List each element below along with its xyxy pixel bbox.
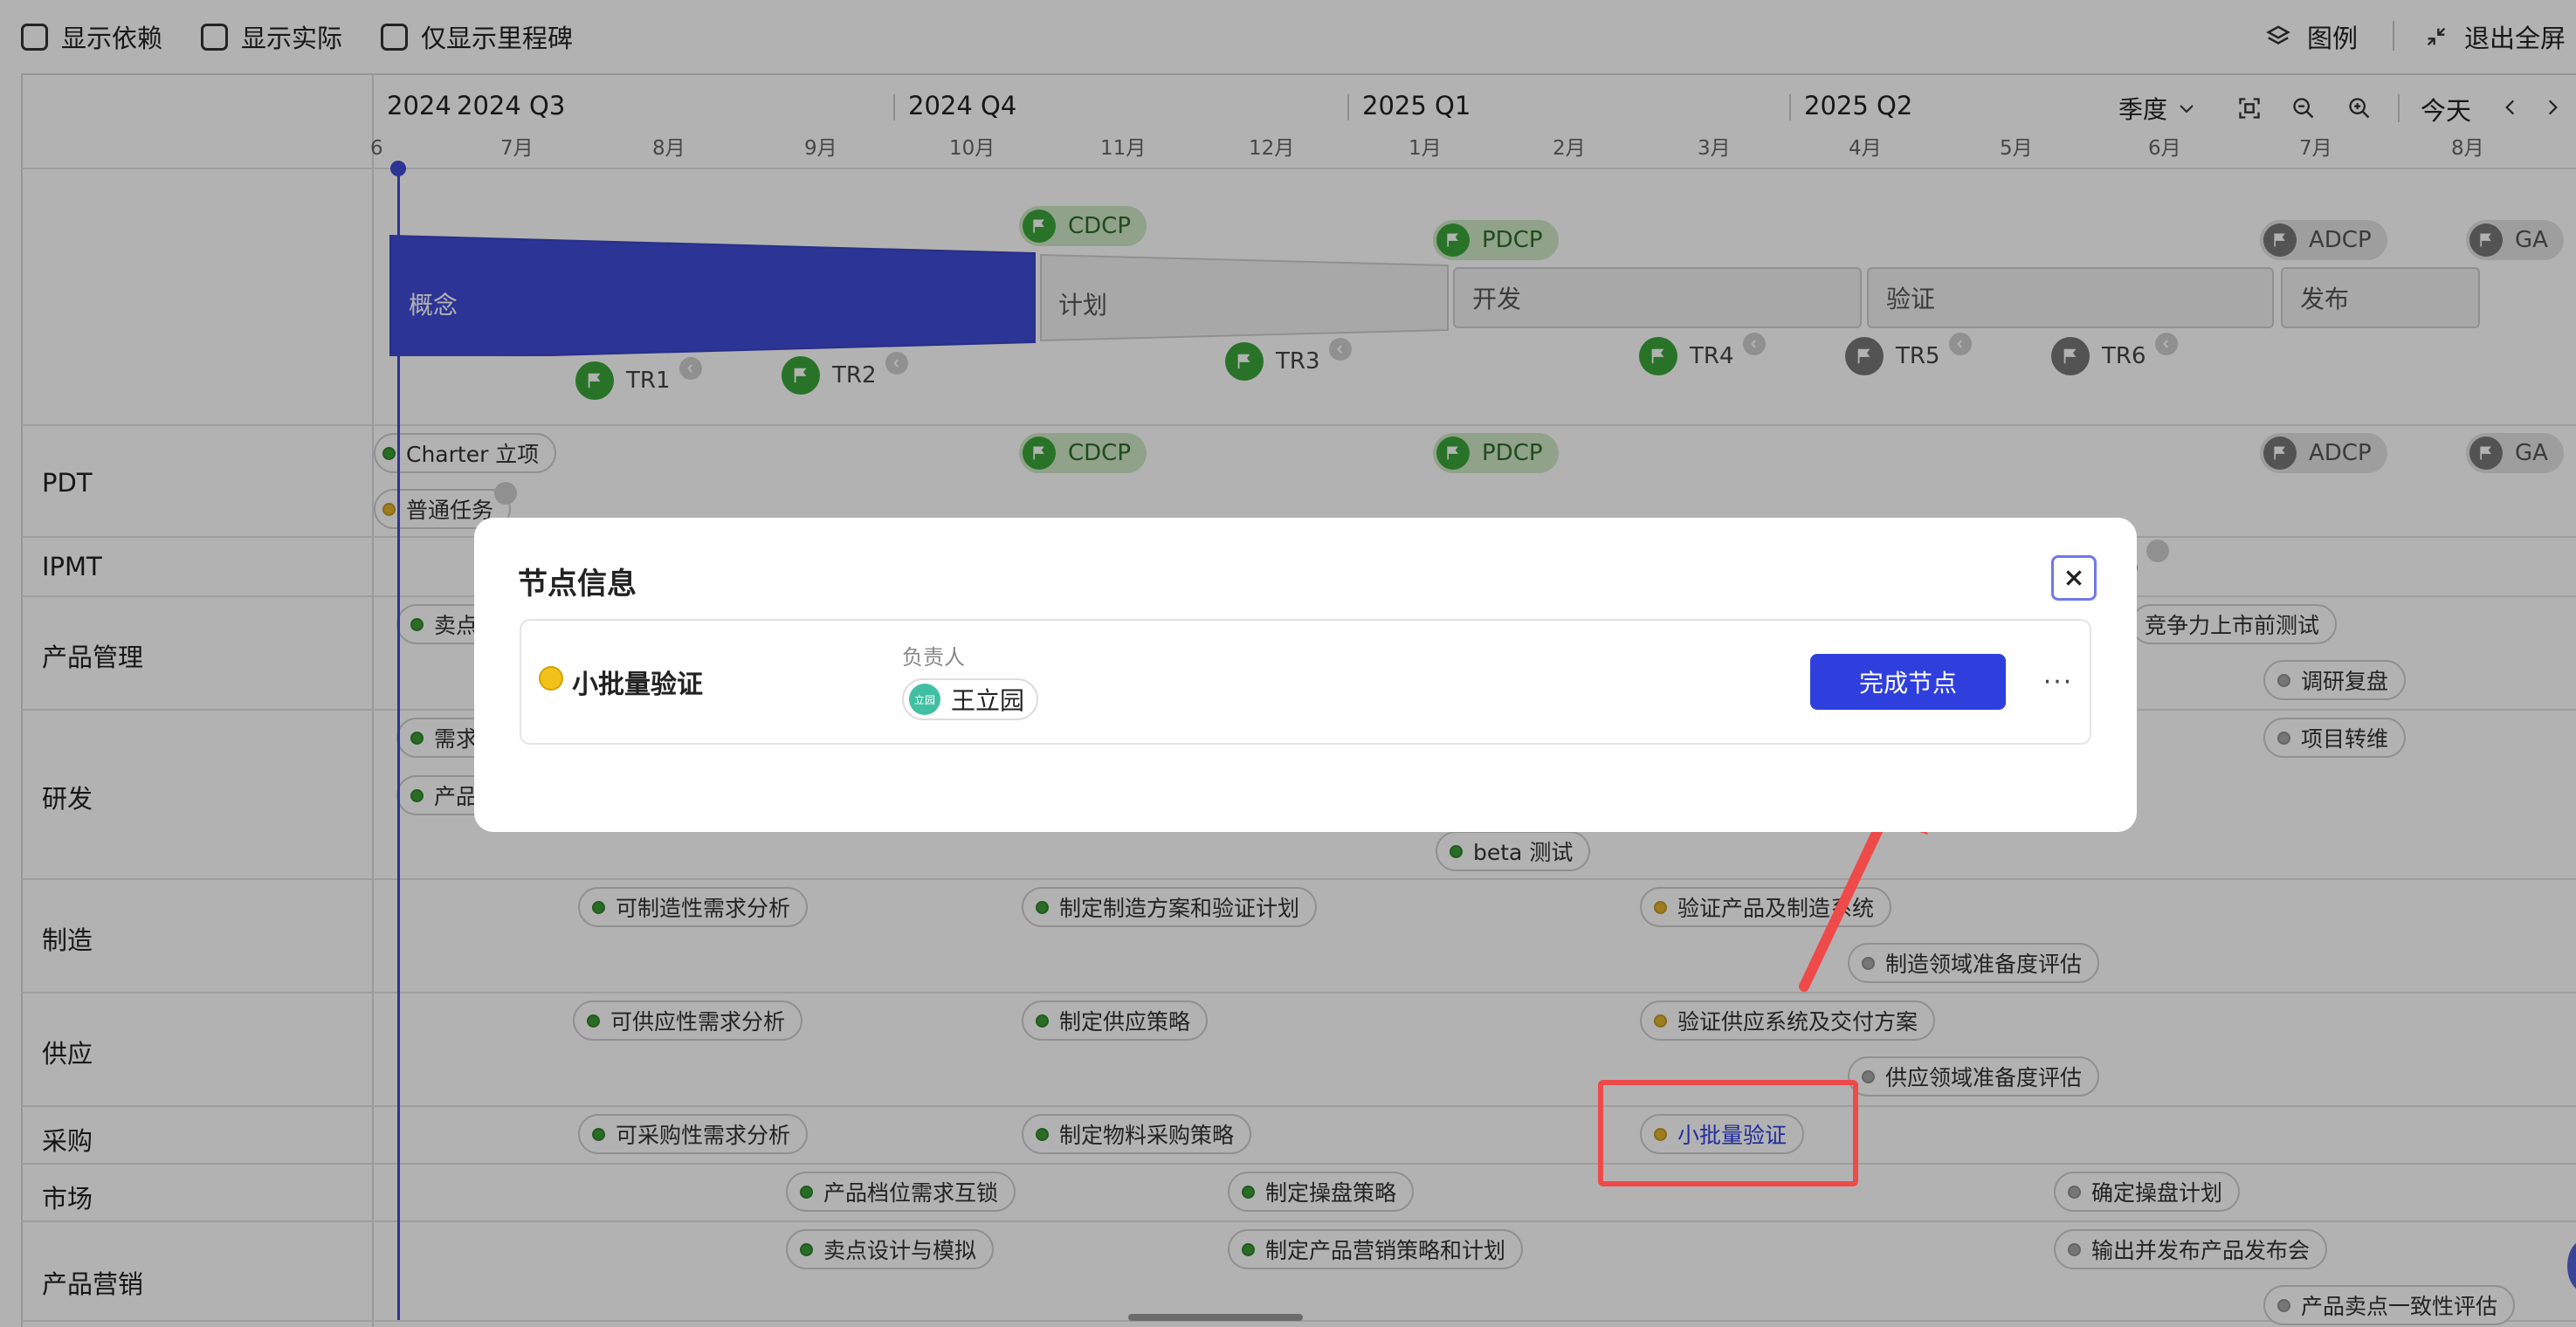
- node-name: 小批量验证: [572, 670, 703, 700]
- close-icon: [2066, 570, 2082, 586]
- dialog-title: 节点信息: [518, 567, 637, 602]
- more-options-icon[interactable]: ···: [2041, 664, 2076, 699]
- node-info-dialog: 节点信息 小批量验证 负责人 立园 王立园 完成节点 ···: [474, 518, 2137, 832]
- owner-chip[interactable]: 立园 王立园: [902, 678, 1039, 720]
- avatar: 立园: [909, 684, 940, 715]
- highlight-box: [1598, 1080, 1858, 1186]
- owner-label: 负责人: [902, 645, 965, 670]
- node-card: 小批量验证 负责人 立园 王立园 完成节点 ···: [520, 619, 2091, 745]
- status-dot: [539, 666, 563, 691]
- complete-node-button[interactable]: 完成节点: [1810, 654, 2006, 710]
- close-button[interactable]: [2051, 555, 2097, 601]
- owner-name: 王立园: [951, 686, 1025, 715]
